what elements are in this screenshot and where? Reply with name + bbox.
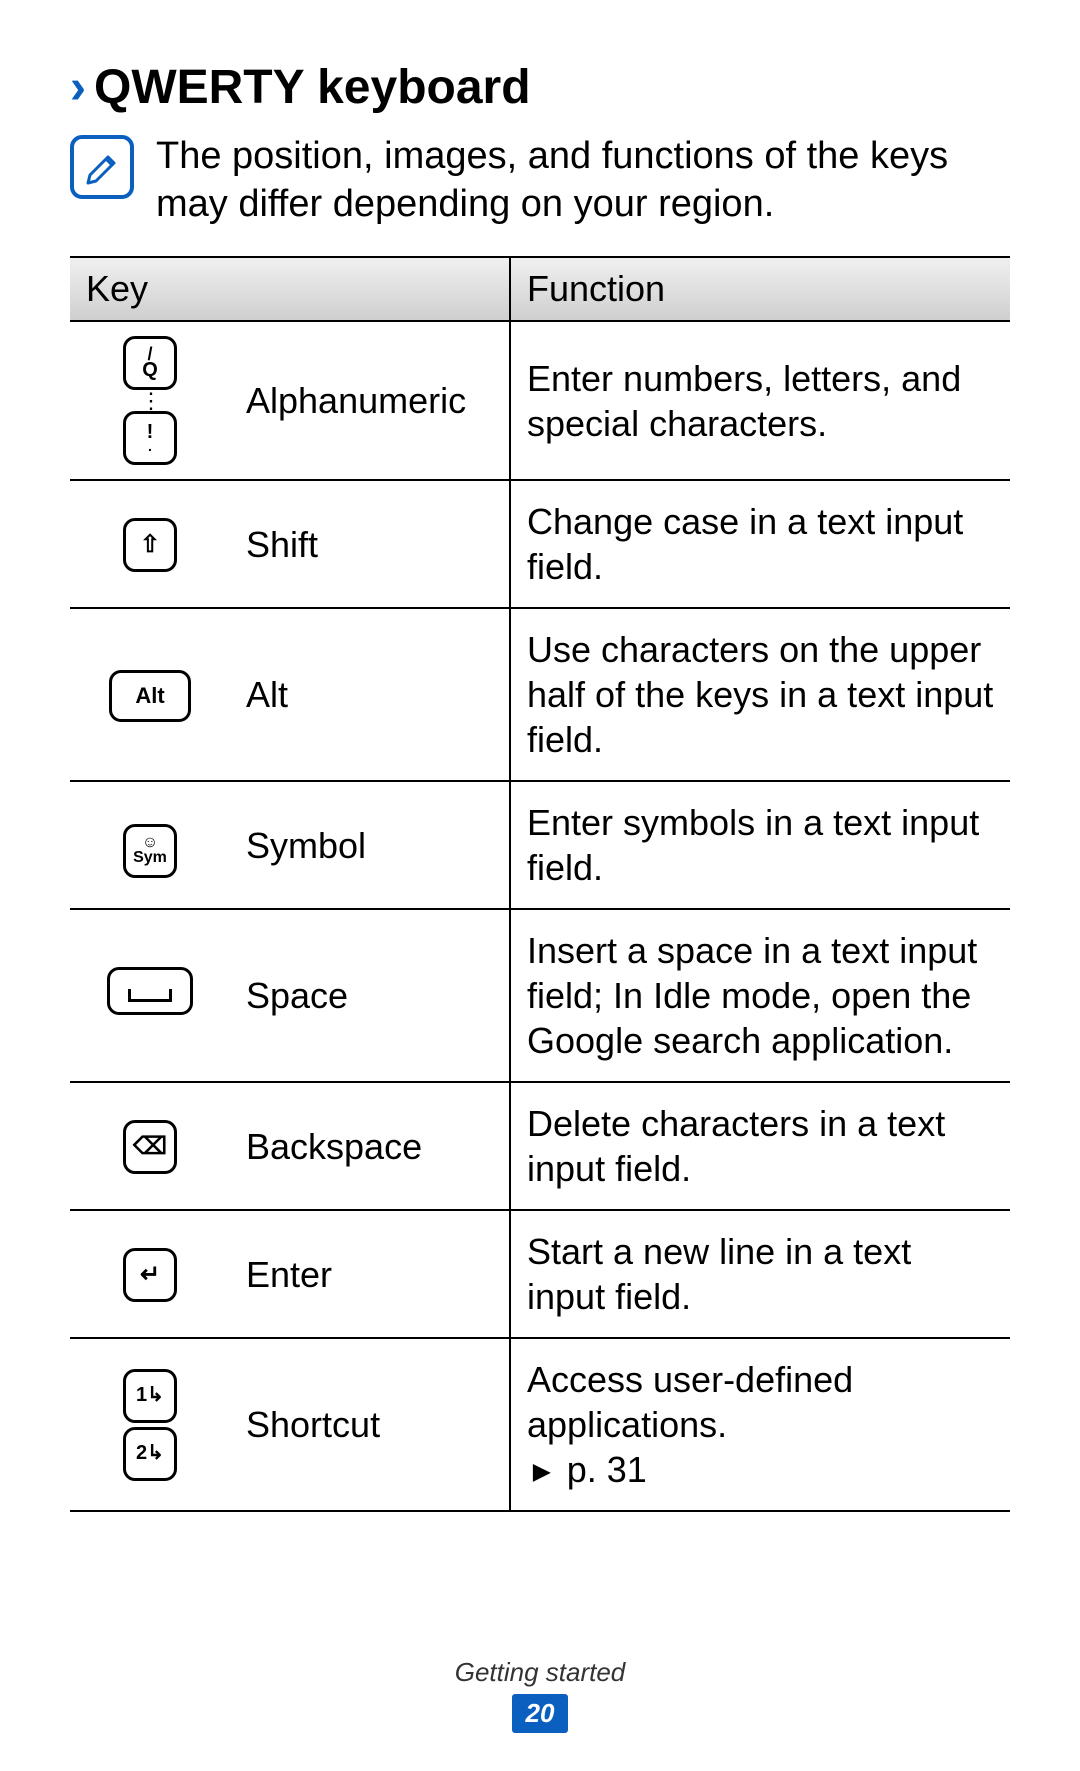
key-function: Use characters on the upper half of the … <box>510 608 1010 781</box>
footer-section: Getting started <box>0 1657 1080 1688</box>
key-name: Enter <box>230 1210 510 1338</box>
key-name: Symbol <box>230 781 510 909</box>
table-row: ⇧ Shift Change case in a text input fiel… <box>70 480 1010 608</box>
table-row: 1↳ 2↳ Shortcut Access user-defined appli… <box>70 1338 1010 1511</box>
note-icon <box>70 135 134 199</box>
section-heading: › QWERTY keyboard <box>70 60 1010 115</box>
header-key: Key <box>70 257 510 321</box>
key-function: Enter symbols in a text input field. <box>510 781 1010 909</box>
key-function: Enter numbers, letters, and special char… <box>510 321 1010 480</box>
footer: Getting started 20 <box>0 1657 1080 1733</box>
key-name: Space <box>230 909 510 1082</box>
key-name: Alphanumeric <box>230 321 510 480</box>
section-title: QWERTY keyboard <box>94 60 531 115</box>
shortcut-key-icon: 1↳ 2↳ <box>70 1338 230 1511</box>
key-function: Delete characters in a text input field. <box>510 1082 1010 1210</box>
alt-key-icon: Alt <box>70 608 230 781</box>
key-name: Shortcut <box>230 1338 510 1511</box>
key-function: Start a new line in a text input field. <box>510 1210 1010 1338</box>
page: › QWERTY keyboard The position, images, … <box>0 0 1080 1771</box>
alphanumeric-key-icon: /Q ⋮ !. <box>70 321 230 480</box>
page-number: 20 <box>512 1694 569 1733</box>
backspace-key-icon: ⌫ <box>70 1082 230 1210</box>
table-row: /Q ⋮ !. Alphanumeric Enter numbers, lett… <box>70 321 1010 480</box>
table-row: ☺Sym Symbol Enter symbols in a text inpu… <box>70 781 1010 909</box>
key-function-table: Key Function /Q ⋮ !. Alphanumeric Enter … <box>70 256 1010 1512</box>
note-row: The position, images, and functions of t… <box>70 133 1010 228</box>
table-row: Space Insert a space in a text input fie… <box>70 909 1010 1082</box>
table-row: ↵ Enter Start a new line in a text input… <box>70 1210 1010 1338</box>
space-key-icon <box>70 909 230 1082</box>
key-function: Insert a space in a text input field; In… <box>510 909 1010 1082</box>
key-function: Change case in a text input field. <box>510 480 1010 608</box>
table-header: Key Function <box>70 257 1010 321</box>
key-name: Alt <box>230 608 510 781</box>
symbol-key-icon: ☺Sym <box>70 781 230 909</box>
chevron-icon: › <box>70 60 86 115</box>
enter-key-icon: ↵ <box>70 1210 230 1338</box>
key-function: Access user-defined applications. ► p. 3… <box>510 1338 1010 1511</box>
key-name: Shift <box>230 480 510 608</box>
note-text: The position, images, and functions of t… <box>156 133 1010 228</box>
shift-key-icon: ⇧ <box>70 480 230 608</box>
key-name: Backspace <box>230 1082 510 1210</box>
page-reference: ► p. 31 <box>527 1447 647 1492</box>
table-row: Alt Alt Use characters on the upper half… <box>70 608 1010 781</box>
header-function: Function <box>510 257 1010 321</box>
table-row: ⌫ Backspace Delete characters in a text … <box>70 1082 1010 1210</box>
